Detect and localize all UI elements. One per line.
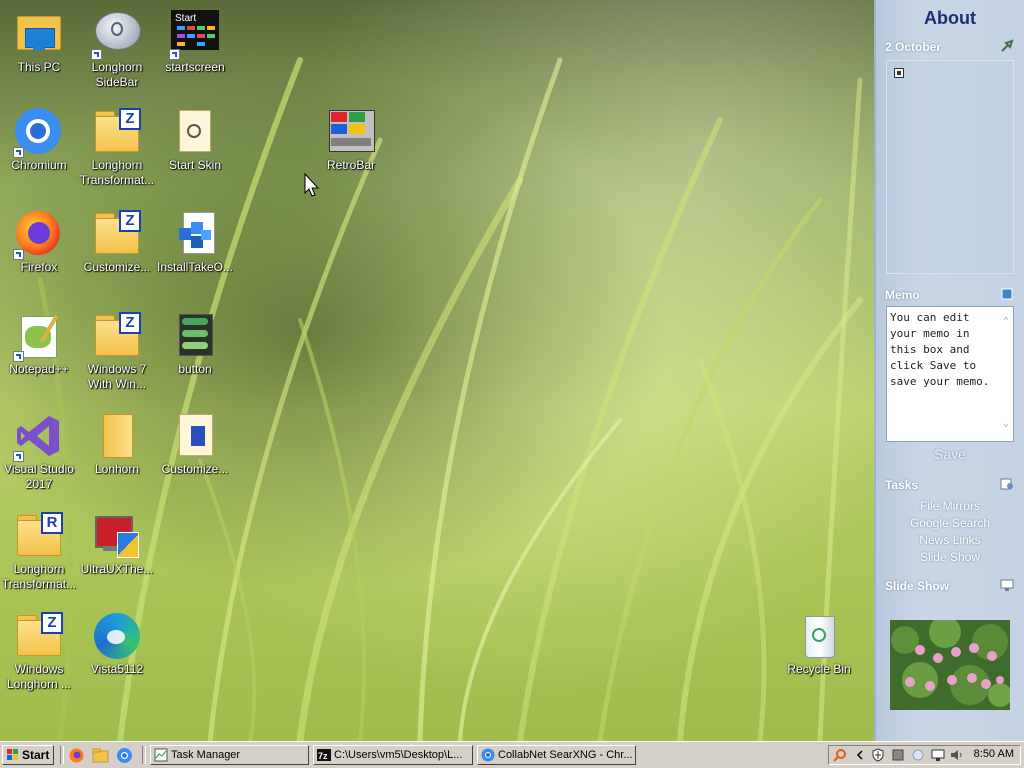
zip-folder-icon: Z <box>15 612 63 660</box>
calendar-pane <box>886 60 1014 274</box>
memo-scroll-up-icon[interactable]: ⌃ <box>1001 317 1011 327</box>
explorer-quicklaunch-icon[interactable] <box>92 747 109 764</box>
zip-folder-icon: Z <box>93 108 141 156</box>
button-image-icon <box>171 312 219 360</box>
volume-tray-icon[interactable] <box>949 748 963 762</box>
sidebar-about-link[interactable]: About <box>876 8 1024 29</box>
rar-folder-icon: R <box>15 512 63 560</box>
zip-folder-icon: Z <box>93 210 141 258</box>
firefox-icon <box>13 210 63 260</box>
desktop-icon-lonhorn[interactable]: Lonhorn <box>78 412 156 477</box>
tasks-heading: Tasks <box>885 478 919 492</box>
desktop-icon-longhorn-rar[interactable]: R Longhorn Transformat... <box>0 512 78 592</box>
network-tray-icon[interactable] <box>931 748 945 762</box>
longhorn-sidebar-icon <box>91 10 141 60</box>
longhorn-sidebar: About 2 October Memo You can edit your m… <box>874 0 1024 741</box>
tasks-tile-icon[interactable] <box>1000 477 1014 491</box>
quicklaunch-divider <box>60 746 64 764</box>
desktop-icon-visual-studio[interactable]: Visual Studio 2017 <box>0 412 78 492</box>
windows-logo-icon <box>7 749 18 760</box>
edge-icon <box>93 612 141 660</box>
slideshow-heading: Slide Show <box>885 579 950 593</box>
slideshow-image[interactable] <box>890 620 1010 710</box>
chromium-icon <box>481 748 495 762</box>
notepadpp-icon <box>13 312 63 362</box>
customize-file-icon <box>171 412 219 460</box>
memo-tile-icon[interactable] <box>1000 287 1014 301</box>
desktop-icon-button[interactable]: button <box>156 312 234 377</box>
this-pc-icon <box>15 10 63 58</box>
update-tray-icon[interactable] <box>911 748 925 762</box>
desktop-icon-vista5112[interactable]: Vista5112 <box>78 612 156 677</box>
retrobar-icon <box>327 108 375 156</box>
memo-textbox[interactable]: You can edit your memo in this box and c… <box>886 306 1014 442</box>
svg-text:7z: 7z <box>318 751 328 761</box>
start-button[interactable]: Start <box>2 745 54 765</box>
memo-save-button[interactable]: Save <box>876 446 1024 462</box>
desktop-icon-notepadpp[interactable]: Notepad++ <box>0 312 78 377</box>
folder-icon <box>93 412 141 460</box>
desktop-icon-this-pc[interactable]: This PC <box>0 10 78 75</box>
calendar-checkbox-icon[interactable] <box>894 68 904 78</box>
calendar-date: 2 October <box>885 40 942 54</box>
mouse-cursor-icon <box>304 173 320 197</box>
recycle-bin-icon <box>795 612 843 660</box>
install-takeown-icon <box>171 210 219 258</box>
desktop-icon-windows7[interactable]: Z Windows 7 With Win... <box>78 312 156 392</box>
chromium-quicklaunch-icon[interactable] <box>116 747 133 764</box>
desktop-icon-firefox[interactable]: Firefox <box>0 210 78 275</box>
taskbar-button-chromium[interactable]: CollabNet SearXNG - Chr... <box>477 745 636 765</box>
taskbar: Start Task Manager 7z C:\Users\vm5\Deskt… <box>0 741 1024 768</box>
search-tray-icon[interactable] <box>833 748 847 762</box>
zip-folder-icon: Z <box>93 312 141 360</box>
memo-heading: Memo <box>885 288 920 302</box>
taskbar-divider <box>142 746 146 764</box>
desktop-icon-longhorn-sidebar[interactable]: Longhorn SideBar <box>78 10 156 90</box>
device-tray-icon[interactable] <box>891 748 905 762</box>
task-news-links[interactable]: News Links <box>876 533 1024 547</box>
start-skin-icon <box>171 108 219 156</box>
desktop-icon-retrobar[interactable]: RetroBar <box>312 108 390 173</box>
desktop-icon-customize-file[interactable]: Customize... <box>156 412 234 477</box>
chevron-left-icon[interactable] <box>853 748 867 762</box>
7zip-icon: 7z <box>317 749 331 761</box>
taskbar-clock[interactable]: 8:50 AM <box>974 748 1014 760</box>
taskbar-button-7zip[interactable]: 7z C:\Users\vm5\Desktop\L... <box>313 745 473 765</box>
startscreen-icon: Start <box>169 10 219 60</box>
desktop-icon-ultrauxtheme[interactable]: UltraUXThe... <box>78 512 156 577</box>
chromium-icon <box>13 108 63 158</box>
desktop-icon-start-skin[interactable]: Start Skin <box>156 108 234 173</box>
desktop-icon-startscreen[interactable]: Start startscreen <box>156 10 234 75</box>
desktop-icon-installtakeown[interactable]: InstallTakeO... <box>156 210 234 275</box>
task-file-mirrors[interactable]: File Mirrors <box>876 499 1024 513</box>
task-slide-show[interactable]: Slide Show <box>876 550 1024 564</box>
calendar-tile-icon[interactable] <box>1000 39 1014 53</box>
desktop-icon-recycle-bin[interactable]: Recycle Bin <box>780 612 858 677</box>
desktop-icon-windows-longhorn[interactable]: Z Windows Longhorn ... <box>0 612 78 692</box>
ultrauxtheme-icon <box>93 512 141 560</box>
slideshow-tile-icon[interactable] <box>1000 578 1014 592</box>
desktop-icon-chromium[interactable]: Chromium <box>0 108 78 173</box>
system-tray: 8:50 AM <box>828 745 1021 765</box>
memo-text: You can edit your memo in this box and c… <box>890 311 990 388</box>
visual-studio-icon <box>13 412 63 462</box>
task-google-search[interactable]: Google Search <box>876 516 1024 530</box>
desktop[interactable]: This PC Chromium Firefox Notepad++ Visua… <box>0 0 874 741</box>
desktop-icon-customize-zip[interactable]: Z Customize... <box>78 210 156 275</box>
firefox-quicklaunch-icon[interactable] <box>68 747 85 764</box>
task-manager-icon <box>154 748 168 762</box>
desktop-icon-longhorn-transformation[interactable]: Z Longhorn Transformat... <box>78 108 156 188</box>
security-shield-icon[interactable] <box>871 748 885 762</box>
taskbar-button-task-manager[interactable]: Task Manager <box>150 745 309 765</box>
memo-scroll-down-icon[interactable]: ⌄ <box>1001 419 1011 429</box>
